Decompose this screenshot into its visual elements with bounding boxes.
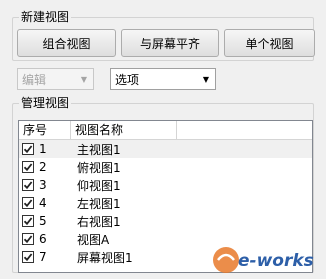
row-view-name: 俯视图1	[77, 160, 121, 175]
checkmark-icon	[23, 181, 33, 190]
row-number: 5	[39, 214, 47, 228]
row-number: 2	[39, 160, 47, 174]
row-checkbox[interactable]	[22, 233, 34, 245]
row-view-name: 主视图1	[77, 142, 121, 157]
row-view-name: 屏幕视图1	[77, 250, 133, 265]
options-dropdown[interactable]: 选项 ▼	[110, 68, 216, 90]
new-view-group-title: 新建视图	[19, 10, 72, 24]
row-checkbox[interactable]	[22, 215, 34, 227]
options-dropdown-value: 选项	[115, 72, 140, 87]
e-works-logo: e-works	[213, 247, 314, 273]
row-checkbox[interactable]	[22, 161, 34, 173]
column-header-view-name[interactable]: 视图名称	[71, 121, 177, 139]
row-number: 3	[39, 178, 47, 192]
checkmark-icon	[23, 253, 33, 262]
checkmark-icon	[23, 235, 33, 244]
row-number: 4	[39, 196, 47, 210]
manage-view-group-title: 管理视图	[19, 96, 72, 110]
table-row[interactable]: 4 左视图1	[19, 194, 312, 212]
single-view-button[interactable]: 单个视图	[224, 29, 315, 57]
edit-dropdown[interactable]: 编辑 ▼	[17, 68, 94, 90]
checkmark-icon	[23, 163, 33, 172]
align-to-screen-button[interactable]: 与屏幕平齐	[121, 29, 219, 57]
row-number: 7	[39, 250, 47, 264]
row-checkbox[interactable]	[22, 251, 34, 263]
row-checkbox[interactable]	[22, 197, 34, 209]
edit-dropdown-value: 编辑	[22, 72, 47, 87]
checkmark-icon	[23, 199, 33, 208]
row-number: 6	[39, 232, 47, 246]
checkmark-icon	[23, 145, 33, 154]
row-checkbox[interactable]	[22, 143, 34, 155]
checkmark-icon	[23, 217, 33, 226]
row-number: 1	[39, 142, 47, 156]
column-header-number[interactable]: 序号	[19, 121, 71, 139]
table-row[interactable]: 2 俯视图1	[19, 158, 312, 176]
view-list-header: 序号 视图名称	[19, 121, 312, 140]
row-view-name: 左视图1	[77, 196, 121, 211]
row-view-name: 视图A	[77, 232, 110, 247]
chevron-down-icon: ▼	[80, 74, 88, 84]
watermark-text: e-works	[238, 251, 314, 271]
row-view-name: 右视图1	[77, 214, 121, 229]
table-row[interactable]: 5 右视图1	[19, 212, 312, 230]
table-row[interactable]: 3 仰视图1	[19, 176, 312, 194]
row-checkbox[interactable]	[22, 179, 34, 191]
table-row[interactable]: 1 主视图1	[19, 140, 312, 158]
row-view-name: 仰视图1	[77, 178, 121, 193]
chevron-down-icon: ▼	[202, 74, 210, 84]
combine-view-button[interactable]: 组合视图	[17, 29, 116, 57]
